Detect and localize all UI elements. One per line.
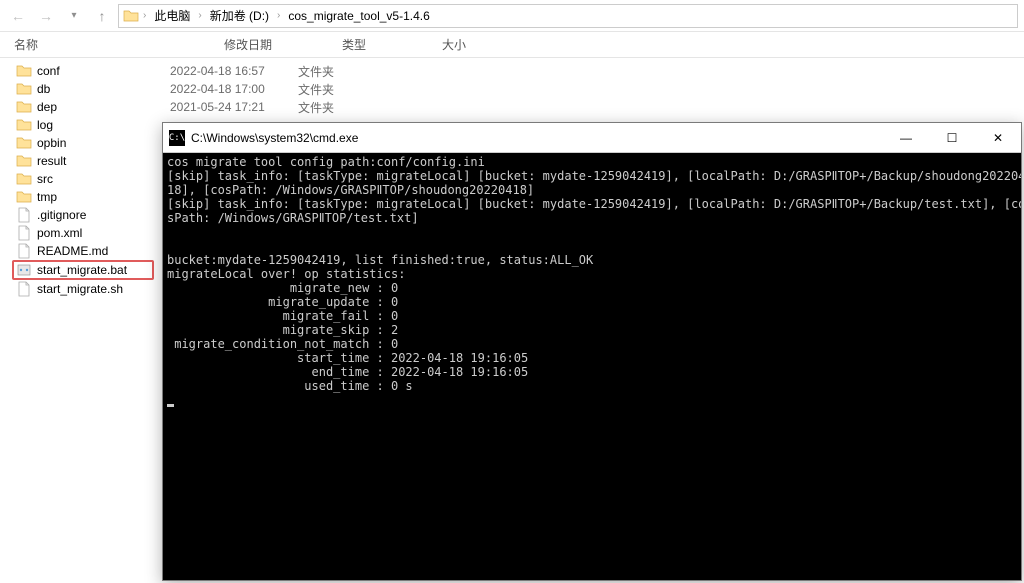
cmd-icon: C:\	[169, 130, 185, 146]
folder-icon	[16, 171, 32, 187]
file-icon	[16, 225, 32, 241]
file-item[interactable]: start_migrate.bat	[12, 260, 154, 280]
nav-up-button[interactable]: ↑	[90, 4, 114, 28]
file-name-label: tmp	[37, 190, 57, 204]
file-name-label: db	[37, 82, 50, 96]
cursor	[167, 404, 174, 407]
file-item[interactable]: tmp	[14, 188, 154, 206]
column-headers: 名称 修改日期 类型 大小	[0, 32, 1024, 58]
file-item[interactable]: pom.xml	[14, 224, 154, 242]
file-date: 2021-05-24 17:21	[170, 100, 298, 114]
file-name-label: opbin	[37, 136, 66, 150]
file-type: 文件夹	[298, 81, 398, 98]
folder-icon	[16, 189, 32, 205]
folder-icon	[16, 99, 32, 115]
breadcrumb-label: cos_migrate_tool_v5-1.4.6	[288, 9, 429, 23]
file-item[interactable]: src	[14, 170, 154, 188]
chevron-right-icon: ›	[275, 10, 282, 21]
breadcrumb-part[interactable]: cos_migrate_tool_v5-1.4.6	[284, 5, 433, 27]
chevron-right-icon: ›	[141, 10, 148, 21]
file-name-label: .gitignore	[37, 208, 86, 222]
file-name-label: src	[37, 172, 53, 186]
cmd-window: C:\ C:\Windows\system32\cmd.exe — ☐ ✕ co…	[162, 122, 1022, 581]
file-date: 2022-04-18 17:00	[170, 82, 298, 96]
file-item[interactable]: .gitignore	[14, 206, 154, 224]
column-header-type[interactable]: 类型	[342, 36, 442, 53]
close-button[interactable]: ✕	[975, 123, 1021, 153]
cmd-title: C:\Windows\system32\cmd.exe	[191, 131, 883, 145]
file-item[interactable]: result	[14, 152, 154, 170]
file-name-column: conf db dep log opbin result src tmp .gitignore p…	[0, 58, 160, 302]
file-name-label: start_migrate.bat	[37, 263, 127, 277]
minimize-button[interactable]: —	[883, 123, 929, 153]
file-item[interactable]: conf	[14, 62, 154, 80]
file-item[interactable]: opbin	[14, 134, 154, 152]
file-detail-row: 2021-05-24 17:21文件夹	[160, 98, 1024, 116]
breadcrumb-label: 此电脑	[154, 7, 190, 24]
file-name-label: pom.xml	[37, 226, 82, 240]
folder-icon	[16, 153, 32, 169]
file-detail-row: 2022-04-18 16:57文件夹	[160, 62, 1024, 80]
address-folder-icon	[123, 8, 139, 24]
file-item[interactable]: dep	[14, 98, 154, 116]
folder-icon	[16, 117, 32, 133]
cmd-output-text: cos migrate tool config path:conf/config…	[167, 155, 1021, 393]
file-icon	[16, 281, 32, 297]
breadcrumb-part[interactable]: 此电脑	[150, 5, 194, 27]
file-name-label: dep	[37, 100, 57, 114]
bat-icon	[16, 262, 32, 278]
file-item[interactable]: README.md	[14, 242, 154, 260]
column-header-name[interactable]: 名称	[14, 36, 214, 53]
file-item[interactable]: log	[14, 116, 154, 134]
explorer-nav-bar: ← → ▾ ↑ › 此电脑 › 新加卷 (D:) › cos_migrate_t…	[0, 0, 1024, 32]
column-header-size[interactable]: 大小	[442, 36, 522, 53]
folder-icon	[16, 63, 32, 79]
file-item[interactable]: db	[14, 80, 154, 98]
maximize-button[interactable]: ☐	[929, 123, 975, 153]
file-icon	[16, 243, 32, 259]
breadcrumb-label: 新加卷 (D:)	[210, 7, 269, 24]
file-date: 2022-04-18 16:57	[170, 64, 298, 78]
nav-recent-dropdown[interactable]: ▾	[62, 4, 86, 28]
file-item[interactable]: start_migrate.sh	[14, 280, 154, 298]
cmd-output: cos migrate tool config path:conf/config…	[163, 153, 1021, 580]
column-header-date[interactable]: 修改日期	[214, 36, 342, 53]
file-type: 文件夹	[298, 99, 398, 116]
folder-icon	[16, 135, 32, 151]
nav-back-button[interactable]: ←	[6, 4, 30, 28]
file-name-label: log	[37, 118, 53, 132]
file-type: 文件夹	[298, 63, 398, 80]
file-name-label: result	[37, 154, 66, 168]
file-name-label: start_migrate.sh	[37, 282, 123, 296]
file-name-label: conf	[37, 64, 60, 78]
window-controls: — ☐ ✕	[883, 123, 1021, 153]
file-name-label: README.md	[37, 244, 108, 258]
chevron-right-icon: ›	[196, 10, 203, 21]
file-detail-row: 2022-04-18 17:00文件夹	[160, 80, 1024, 98]
nav-forward-button[interactable]: →	[34, 4, 58, 28]
folder-icon	[16, 81, 32, 97]
breadcrumb-part[interactable]: 新加卷 (D:)	[206, 5, 273, 27]
file-icon	[16, 207, 32, 223]
address-bar[interactable]: › 此电脑 › 新加卷 (D:) › cos_migrate_tool_v5-1…	[118, 4, 1018, 28]
cmd-titlebar[interactable]: C:\ C:\Windows\system32\cmd.exe — ☐ ✕	[163, 123, 1021, 153]
